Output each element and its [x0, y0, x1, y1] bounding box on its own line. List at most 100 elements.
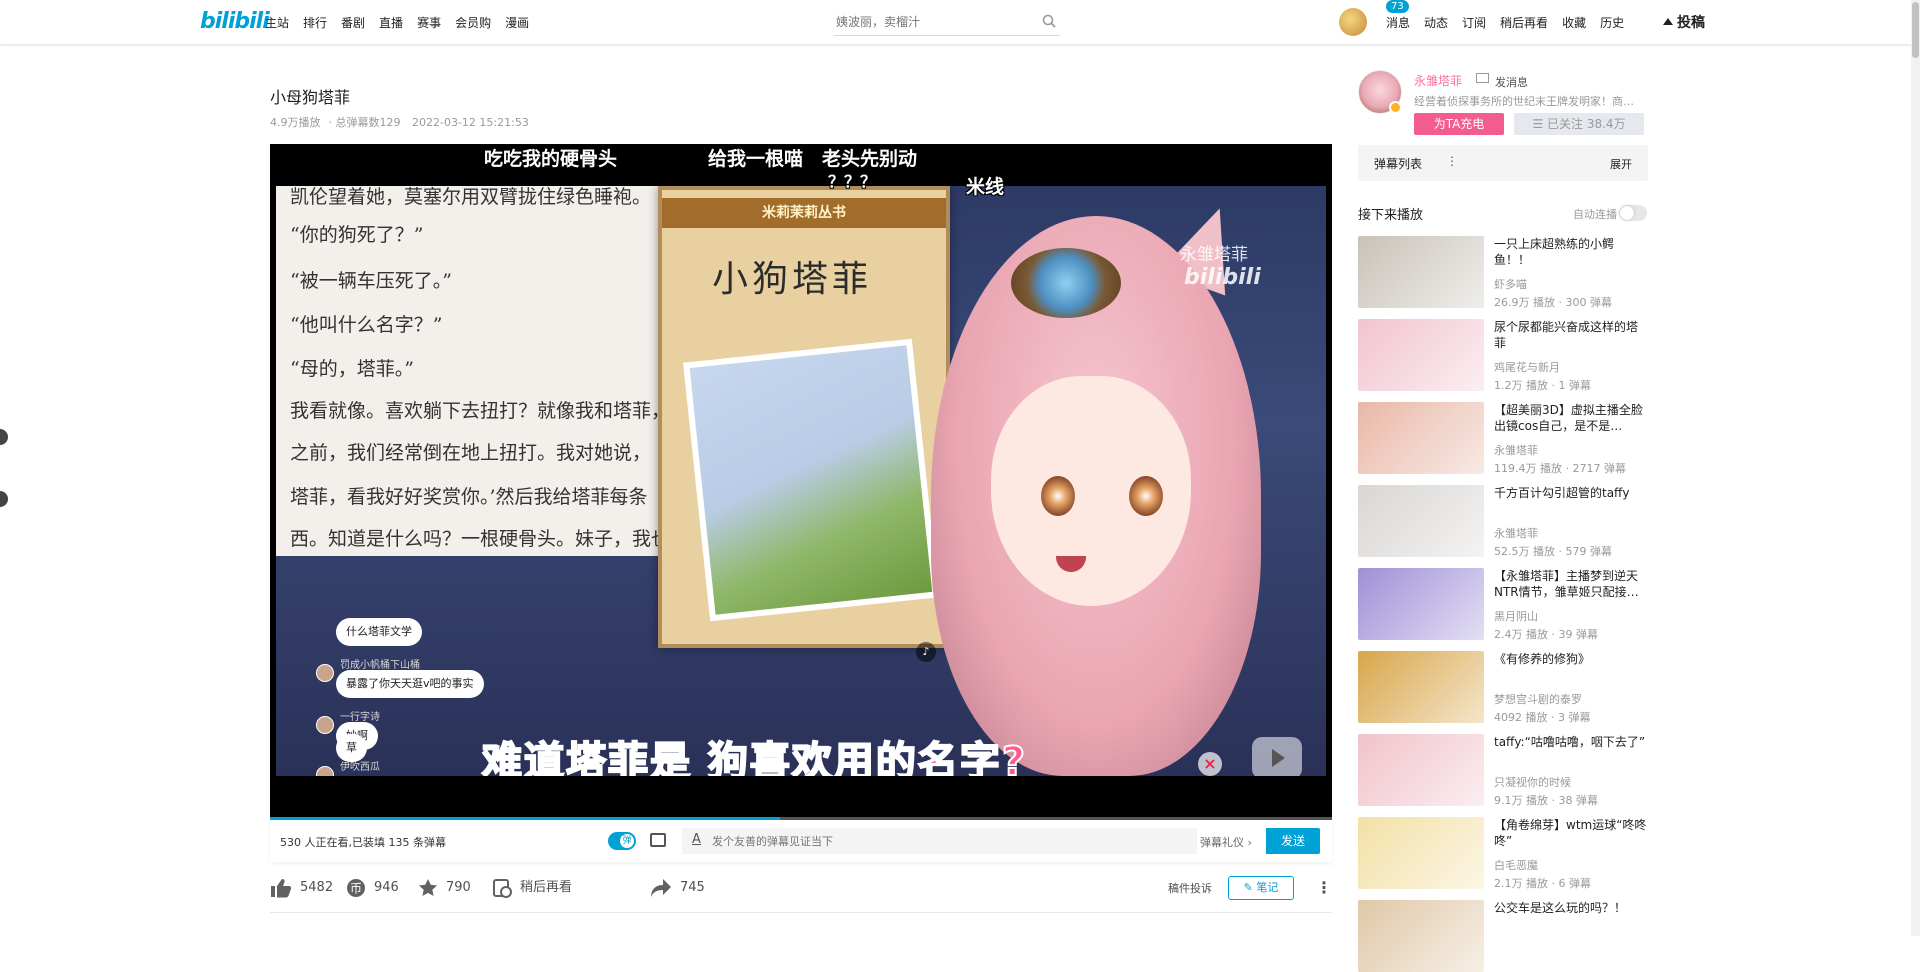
float-settings-icon[interactable]: [0, 490, 10, 508]
nav-live[interactable]: 直播: [379, 14, 403, 31]
video-frame[interactable]: 凯伦望着她，莫塞尔用双臂拢住绿色睡袍。 “你的狗死了？” “被一辆车压死了。” …: [276, 186, 1326, 776]
share-button[interactable]: 745: [650, 876, 705, 900]
danmaku-input[interactable]: [712, 828, 1092, 854]
recommended-video-title[interactable]: 【超美丽3D】虚拟主播全脸出镜cos自己，是不是…: [1494, 402, 1648, 434]
danmaku-list-expand[interactable]: 展开: [1610, 156, 1632, 172]
follow-button[interactable]: ☰ 已关注 38.4万: [1514, 113, 1644, 135]
charge-button[interactable]: 为TA充电: [1414, 113, 1504, 135]
video-actions: 5482 币 946 790 稍后再看 745 稿件投诉 ✎ 笔记 ⋮: [270, 876, 1332, 912]
video-thumbnail[interactable]: [1358, 817, 1484, 889]
nav-shop[interactable]: 会员购: [455, 14, 491, 31]
note-button[interactable]: ✎ 笔记: [1228, 876, 1294, 900]
book-line: 之前，我们经常倒在地上扭打。我对她说，: [290, 442, 652, 464]
character-eye: [1041, 476, 1075, 516]
recommended-video-title[interactable]: taffy:“咕噜咕噜，咽下去了”: [1494, 734, 1648, 750]
nav-dynamics[interactable]: 动态: [1424, 14, 1448, 31]
recommended-video[interactable]: taffy:“咕噜咕噜，咽下去了” 只凝视你的时候 9.1万 播放 · 38 弹幕: [1358, 734, 1648, 807]
scrollbar-thumb[interactable]: [1912, 2, 1919, 58]
recommended-video-uploader[interactable]: 黑月阴山: [1494, 608, 1538, 624]
report-link[interactable]: 稿件投诉: [1168, 880, 1212, 896]
autoplay-switch[interactable]: [1619, 205, 1647, 221]
share-count: 745: [680, 880, 705, 895]
recommended-video[interactable]: 【永雏塔菲】主播梦到逆天NTR情节，雏草姬只配接… 黑月阴山 2.4万 播放 · 3…: [1358, 568, 1648, 641]
video-thumbnail[interactable]: [1358, 734, 1484, 806]
video-thumbnail[interactable]: [1358, 236, 1484, 308]
recommended-video-uploader[interactable]: 永雏塔菲: [1494, 525, 1538, 541]
recommended-video[interactable]: 《有修养的修狗》 梦想宫斗剧的泰罗 4092 播放 · 3 弹幕: [1358, 651, 1648, 724]
recommended-video[interactable]: 千方百计勾引超管的taffy 永雏塔菲 52.5万 播放 · 579 弹幕: [1358, 485, 1648, 558]
upload-button[interactable]: 投稿: [1663, 12, 1705, 32]
video-thumbnail[interactable]: [1358, 402, 1484, 474]
nav-favorites[interactable]: 收藏: [1562, 14, 1586, 31]
book-page-photo: 凯伦望着她，莫塞尔用双臂拢住绿色睡袍。 “你的狗死了？” “被一辆车压死了。” …: [276, 186, 696, 556]
danmaku-toggle[interactable]: [608, 832, 636, 850]
search-input[interactable]: [834, 10, 1024, 34]
send-message-link[interactable]: 发消息: [1495, 74, 1528, 90]
recommended-video-title[interactable]: 【永雏塔菲】主播梦到逆天NTR情节，雏草姬只配接…: [1494, 568, 1648, 600]
recommended-video-uploader[interactable]: 只凝视你的时候: [1494, 774, 1571, 790]
nav-subscriptions[interactable]: 订阅: [1462, 14, 1486, 31]
video-player[interactable]: 凯伦望着她，莫塞尔用双臂拢住绿色睡袍。 “你的狗死了？” “被一辆车压死了。” …: [270, 144, 1332, 820]
publish-date: 2022-03-12 15:21:53: [412, 116, 529, 129]
search-icon[interactable]: [1042, 14, 1056, 28]
recommended-video[interactable]: 【超美丽3D】虚拟主播全脸出镜cos自己，是不是… 永雏塔菲 119.4万 播放 ·…: [1358, 402, 1648, 475]
danmaku-comment: 给我一根喵: [708, 148, 804, 170]
mail-icon[interactable]: [1476, 73, 1489, 83]
more-options-icon[interactable]: ⋮: [1316, 878, 1332, 897]
close-overlay-icon[interactable]: ×: [1198, 752, 1222, 776]
nav-esports[interactable]: 赛事: [417, 14, 441, 31]
recommended-video-uploader[interactable]: 永雏塔菲: [1494, 442, 1538, 458]
nav-history[interactable]: 历史: [1600, 14, 1624, 31]
recommended-video-uploader[interactable]: 鸡尾花与新月: [1494, 359, 1560, 375]
nav-watch-later[interactable]: 稍后再看: [1500, 14, 1548, 31]
send-danmaku-button[interactable]: 发送: [1266, 828, 1320, 854]
like-button[interactable]: 5482: [270, 876, 333, 900]
recommended-video-uploader[interactable]: 白毛恶魔: [1494, 857, 1538, 873]
float-share-icon[interactable]: [0, 428, 10, 446]
danmaku-settings-icon[interactable]: [650, 833, 666, 847]
nav-main[interactable]: 主站: [265, 14, 289, 31]
recommended-video-title[interactable]: 一只上床超熟练的小鳄鱼！！: [1494, 236, 1648, 268]
video-thumbnail[interactable]: [1358, 651, 1484, 723]
bilibili-tv-icon: [1252, 737, 1302, 776]
page-scrollbar[interactable]: [1911, 0, 1920, 936]
bilibili-logo[interactable]: bilibili: [200, 9, 270, 34]
nav-manga[interactable]: 漫画: [505, 14, 529, 31]
book-line: “母的，塔菲。”: [290, 358, 414, 380]
recommended-video-uploader[interactable]: 梦想宫斗剧的泰罗: [1494, 691, 1582, 707]
watch-later-button[interactable]: 稍后再看: [492, 876, 572, 900]
recommended-video[interactable]: 公交车是这么玩的吗？！: [1358, 900, 1648, 972]
recommended-video-title[interactable]: 公交车是这么玩的吗？！: [1494, 900, 1648, 916]
danmaku-etiquette-link[interactable]: 弹幕礼仪 ›: [1200, 834, 1252, 850]
recommended-video[interactable]: 【角卷绵芽】wtm运球“咚咚咚” 白毛恶魔 2.1万 播放 · 6 弹幕: [1358, 817, 1648, 890]
user-nav: 消息 动态 订阅 稍后再看 收藏 历史: [1386, 14, 1624, 31]
recommended-video-uploader[interactable]: 虾多喵: [1494, 276, 1527, 292]
nav-anime[interactable]: 番剧: [341, 14, 365, 31]
video-thumbnail[interactable]: [1358, 568, 1484, 640]
text-style-icon[interactable]: A: [692, 832, 701, 847]
danmaku-list-menu-icon[interactable]: ⋮: [1446, 154, 1458, 168]
user-avatar[interactable]: [1339, 8, 1367, 36]
book-illustration: [683, 338, 939, 622]
recommended-video-title[interactable]: 千方百计勾引超管的taffy: [1494, 485, 1648, 501]
recommended-video-title[interactable]: 《有修养的修狗》: [1494, 651, 1648, 667]
recommended-video-stats: 2.4万 播放 · 39 弹幕: [1494, 628, 1598, 641]
uploader-description: 经营着侦探事务所的世纪末王牌发明家！商务…: [1414, 95, 1644, 108]
uploader-name[interactable]: 永雏塔菲: [1414, 72, 1462, 89]
video-thumbnail[interactable]: [1358, 485, 1484, 557]
recommended-video-stats: 9.1万 播放 · 38 弹幕: [1494, 794, 1598, 807]
coin-button[interactable]: 币 946: [346, 876, 399, 900]
recommended-video-title[interactable]: 尿个尿都能兴奋成这样的塔菲: [1494, 319, 1648, 351]
video-thumbnail[interactable]: [1358, 319, 1484, 391]
recommended-video-title[interactable]: 【角卷绵芽】wtm运球“咚咚咚”: [1494, 817, 1648, 849]
recommended-video[interactable]: 一只上床超熟练的小鳄鱼！！ 虾多喵 26.9万 播放 · 300 弹幕: [1358, 236, 1648, 309]
upload-icon: [1663, 18, 1673, 25]
nav-ranking[interactable]: 排行: [303, 14, 327, 31]
favorite-button[interactable]: 790: [418, 876, 471, 900]
video-thumbnail[interactable]: [1358, 900, 1484, 972]
video-subtitle: 难道塔菲是 狗喜欢用的名字?: [481, 738, 1028, 776]
danmaku-list-panel[interactable]: 弹幕列表 ⋮ 展开: [1358, 145, 1648, 181]
live-comment: 什么塔菲文学: [336, 618, 422, 646]
recommended-video[interactable]: 尿个尿都能兴奋成这样的塔菲 鸡尾花与新月 1.2万 播放 · 1 弹幕: [1358, 319, 1648, 392]
nav-messages[interactable]: 消息: [1386, 14, 1410, 31]
